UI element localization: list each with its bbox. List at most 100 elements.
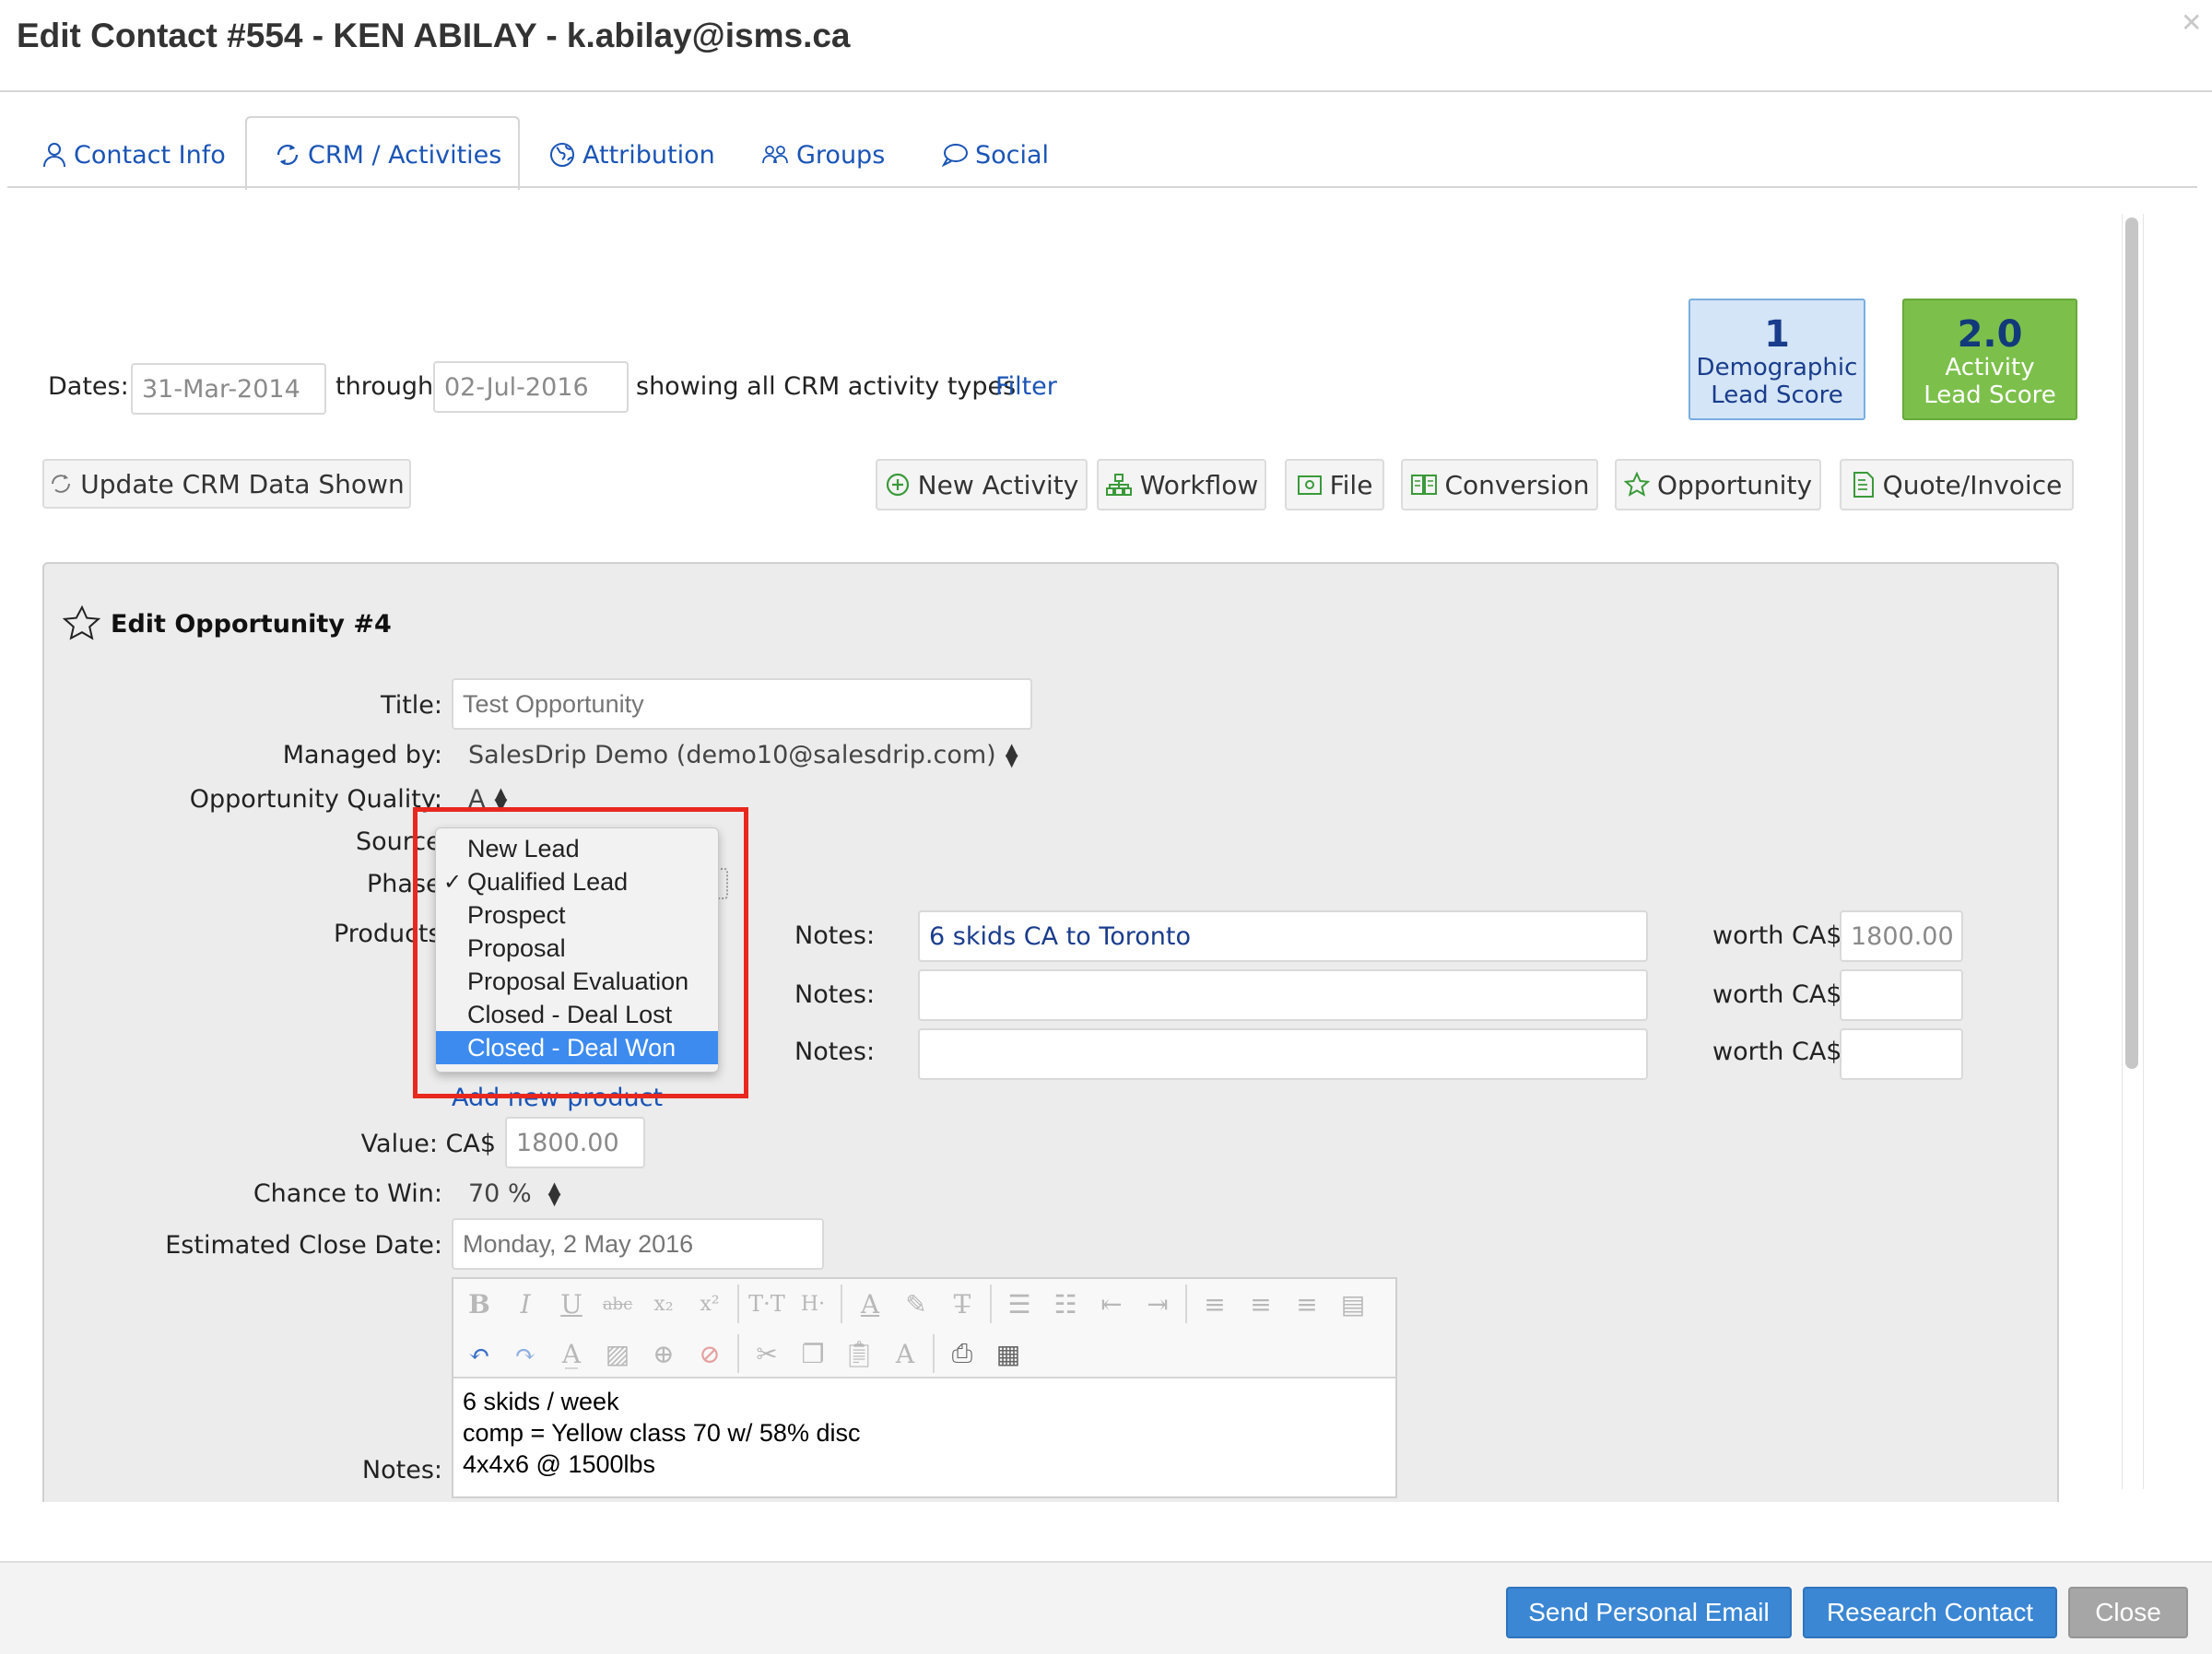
star-icon bbox=[1623, 472, 1650, 498]
update-crm-data-button[interactable]: Update CRM Data Shown bbox=[42, 459, 411, 509]
link-icon[interactable]: ⊕ bbox=[645, 1339, 682, 1369]
image-icon[interactable]: ▨ bbox=[599, 1339, 636, 1369]
button-label: Workflow bbox=[1139, 469, 1259, 500]
research-contact-button[interactable]: Research Contact bbox=[1803, 1587, 2057, 1638]
add-activity-icon bbox=[885, 472, 911, 498]
tab-label: Contact Info bbox=[74, 140, 226, 170]
end-date-input[interactable]: 02-Jul-2016 bbox=[433, 361, 629, 413]
file-button[interactable]: File bbox=[1285, 459, 1384, 510]
chance-to-win-label: Chance to Win: bbox=[253, 1179, 442, 1208]
demographic-score-value: 1 bbox=[1764, 313, 1790, 356]
filter-link[interactable]: Filter bbox=[995, 372, 1057, 401]
notes-label: Notes: bbox=[361, 1456, 442, 1484]
title-label: Title: bbox=[381, 691, 442, 720]
indent-icon[interactable]: ⇥ bbox=[1139, 1289, 1176, 1320]
bold-icon[interactable]: B bbox=[461, 1289, 498, 1320]
activity-lead-score-box: 2.0 Activity Lead Score bbox=[1902, 299, 2077, 420]
copy-icon[interactable]: ❐ bbox=[794, 1339, 831, 1369]
paste-text-icon[interactable]: A bbox=[887, 1339, 924, 1369]
opportunity-button[interactable]: Opportunity bbox=[1615, 459, 1821, 510]
format-icon[interactable]: A̲ bbox=[553, 1339, 590, 1369]
star-icon bbox=[62, 604, 101, 647]
close-icon[interactable]: ✕ bbox=[2181, 7, 2202, 38]
tab-label: Social bbox=[975, 140, 1050, 170]
product-worth-input[interactable] bbox=[1840, 1028, 1963, 1080]
align-right-icon[interactable]: ≡ bbox=[1288, 1289, 1325, 1320]
outdent-icon[interactable]: ⇤ bbox=[1093, 1289, 1130, 1320]
product-worth-input[interactable]: 1800.00 bbox=[1840, 910, 1963, 962]
panel-heading: Edit Opportunity #4 bbox=[111, 610, 392, 639]
quote-invoice-button[interactable]: Quote/Invoice bbox=[1840, 459, 2074, 510]
strikethrough-icon[interactable]: abc bbox=[599, 1295, 636, 1314]
scrollbar-thumb[interactable] bbox=[2125, 217, 2138, 1069]
close-date-input[interactable] bbox=[452, 1218, 824, 1270]
start-date-input[interactable]: 31-Mar-2014 bbox=[131, 363, 326, 415]
product-worth-input[interactable] bbox=[1840, 969, 1963, 1021]
dates-label: Dates: bbox=[48, 372, 129, 401]
value-label: Value: CA$ bbox=[360, 1130, 496, 1158]
toolbar-separator bbox=[841, 1284, 842, 1323]
send-personal-email-button[interactable]: Send Personal Email bbox=[1506, 1587, 1792, 1638]
workflow-button[interactable]: Workflow bbox=[1097, 459, 1266, 510]
highlight-callout-box bbox=[413, 807, 748, 1098]
invoice-icon bbox=[1852, 471, 1876, 499]
product-notes-label: Notes: bbox=[794, 980, 876, 1009]
notes-line: 6 skids / week bbox=[463, 1388, 619, 1415]
chance-to-win-select[interactable]: 70 % ▲ ▼ bbox=[468, 1179, 560, 1208]
font-size-icon[interactable]: T·T bbox=[748, 1291, 785, 1317]
bullet-list-icon[interactable]: ☰ bbox=[1001, 1289, 1038, 1320]
unlink-icon[interactable]: ⊘ bbox=[691, 1339, 728, 1369]
title-input[interactable] bbox=[452, 678, 1032, 730]
preview-icon[interactable]: ▦ bbox=[990, 1339, 1027, 1369]
speech-bubble-icon bbox=[942, 143, 968, 167]
subscript-icon[interactable]: x₂ bbox=[645, 1293, 682, 1316]
tab-crm-activities[interactable]: CRM / Activities bbox=[275, 135, 501, 175]
tab-contact-info[interactable]: Contact Info bbox=[42, 135, 226, 175]
cut-icon[interactable]: ✂ bbox=[748, 1339, 785, 1369]
tab-groups[interactable]: Groups bbox=[761, 135, 885, 175]
toolbar-separator bbox=[990, 1284, 992, 1323]
product-notes-input[interactable]: 6 skids CA to Toronto bbox=[918, 910, 1648, 962]
close-button[interactable]: Close bbox=[2068, 1587, 2188, 1638]
tab-attribution[interactable]: Attribution bbox=[549, 135, 715, 175]
select-arrows-icon: ▲ ▼ bbox=[1005, 739, 1018, 770]
text-color-icon[interactable]: A bbox=[852, 1289, 888, 1320]
button-label: Update CRM Data Shown bbox=[80, 468, 405, 499]
tab-social[interactable]: Social bbox=[942, 135, 1049, 175]
tab-label: Groups bbox=[796, 140, 886, 170]
editor-toolbar: B I U abc x₂ x² T·T H· A ✎ T̶ ☰ ☷ ⇤ ⇥ ≡ … bbox=[453, 1279, 1395, 1378]
superscript-icon[interactable]: x² bbox=[691, 1293, 728, 1316]
product-notes-input[interactable] bbox=[918, 969, 1648, 1021]
highlight-icon[interactable]: ✎ bbox=[898, 1289, 935, 1320]
underline-icon[interactable]: U bbox=[553, 1289, 590, 1320]
managed-by-value: SalesDrip Demo (demo10@salesdrip.com) bbox=[468, 741, 996, 769]
heading-icon[interactable]: H· bbox=[794, 1293, 831, 1316]
italic-icon[interactable]: I bbox=[507, 1289, 544, 1320]
value-input[interactable]: 1800.00 bbox=[505, 1117, 645, 1168]
align-left-icon[interactable]: ≡ bbox=[1196, 1289, 1233, 1320]
justify-icon[interactable]: ▤ bbox=[1335, 1289, 1371, 1320]
demographic-lead-score-box: 1 Demographic Lead Score bbox=[1688, 299, 1865, 420]
undo-icon[interactable]: ↶ bbox=[461, 1339, 498, 1369]
activity-score-line2: Lead Score bbox=[1924, 381, 2056, 409]
managed-by-select[interactable]: SalesDrip Demo (demo10@salesdrip.com) ▲ ▼ bbox=[468, 741, 1018, 769]
redo-icon[interactable]: ↷ bbox=[507, 1339, 544, 1369]
button-label: Conversion bbox=[1444, 469, 1590, 500]
notes-editor-content[interactable]: 6 skids / week comp = Yellow class 70 w/… bbox=[463, 1386, 860, 1480]
worth-label: worth CA$ bbox=[1712, 921, 1842, 950]
demographic-score-line2: Lead Score bbox=[1711, 381, 1843, 409]
notes-line: 4x4x6 @ 1500lbs bbox=[463, 1450, 656, 1478]
print-icon[interactable]: ⎙ bbox=[944, 1338, 981, 1369]
file-icon bbox=[1297, 473, 1323, 497]
workflow-icon bbox=[1105, 473, 1133, 497]
clear-format-icon[interactable]: T̶ bbox=[944, 1289, 981, 1320]
group-icon bbox=[761, 143, 789, 167]
paste-icon[interactable]: 📋︎ bbox=[841, 1339, 877, 1369]
conversion-button[interactable]: Conversion bbox=[1401, 459, 1598, 510]
product-notes-input[interactable] bbox=[918, 1028, 1648, 1080]
button-label: File bbox=[1329, 469, 1373, 500]
new-activity-button[interactable]: New Activity bbox=[876, 459, 1088, 510]
activity-score-line1: Activity bbox=[1945, 354, 2035, 381]
numbered-list-icon[interactable]: ☷ bbox=[1047, 1289, 1084, 1320]
align-center-icon[interactable]: ≡ bbox=[1242, 1289, 1279, 1320]
